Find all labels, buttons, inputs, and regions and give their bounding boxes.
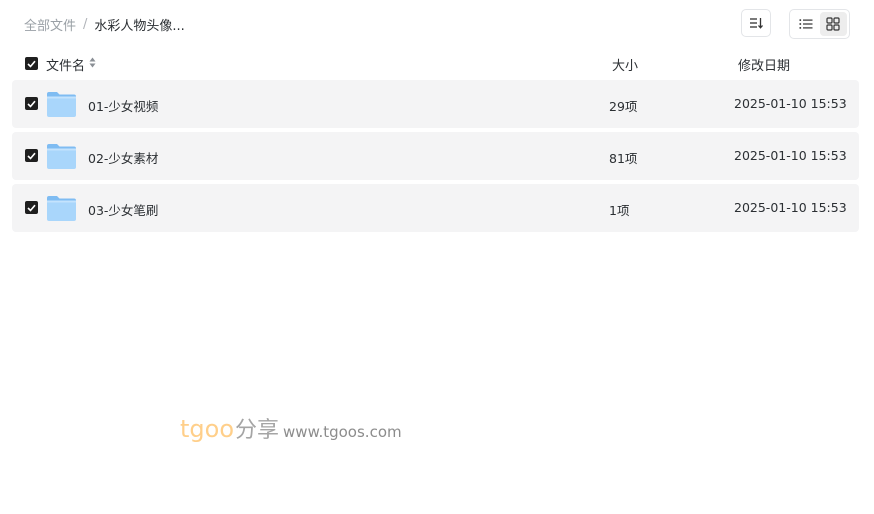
folder-icon bbox=[47, 144, 76, 169]
table-row[interactable]: 01-少女视频 29项 2025-01-10 15:53 bbox=[12, 80, 859, 128]
file-modified-date: 2025-01-10 15:53 bbox=[734, 148, 847, 163]
column-header-size: 大小 bbox=[612, 59, 639, 74]
watermark: tgoo 分享 www.tgoos.com bbox=[180, 412, 402, 446]
sort-lines-icon bbox=[750, 18, 763, 29]
sort-button[interactable] bbox=[741, 9, 771, 37]
file-size: 1项 bbox=[609, 203, 630, 218]
row-checkbox[interactable] bbox=[25, 201, 38, 214]
select-all-checkbox[interactable] bbox=[25, 57, 38, 70]
file-browser: 全部文件 / 水彩人物头像... 文件名 大小 修改日期 01-少女视频 29项… bbox=[0, 0, 874, 514]
table-header: 文件名 大小 修改日期 bbox=[0, 54, 874, 74]
file-size: 81项 bbox=[609, 151, 638, 166]
table-row[interactable]: 02-少女素材 81项 2025-01-10 15:53 bbox=[12, 132, 859, 180]
list-view-button[interactable] bbox=[792, 12, 820, 36]
breadcrumb: 全部文件 / 水彩人物头像... bbox=[24, 14, 185, 34]
check-icon bbox=[27, 152, 36, 160]
grid-icon bbox=[826, 17, 840, 31]
folder-icon bbox=[47, 92, 76, 117]
check-icon bbox=[27, 60, 36, 68]
table-row[interactable]: 03-少女笔刷 1项 2025-01-10 15:53 bbox=[12, 184, 859, 232]
file-size: 29项 bbox=[609, 99, 638, 114]
list-icon bbox=[799, 19, 813, 29]
view-switch bbox=[789, 9, 850, 39]
breadcrumb-root-link[interactable]: 全部文件 bbox=[24, 15, 76, 34]
column-header-name[interactable]: 文件名 bbox=[46, 55, 85, 74]
watermark-url: www.tgoos.com bbox=[283, 423, 402, 441]
file-name[interactable]: 02-少女素材 bbox=[88, 148, 158, 167]
check-icon bbox=[27, 100, 36, 108]
folder-icon bbox=[47, 196, 76, 221]
file-modified-date: 2025-01-10 15:53 bbox=[734, 200, 847, 215]
breadcrumb-current-folder: 水彩人物头像... bbox=[94, 18, 185, 34]
row-checkbox[interactable] bbox=[25, 97, 38, 110]
watermark-brand: tgoo bbox=[180, 415, 235, 443]
watermark-share: 分享 bbox=[235, 418, 280, 443]
file-name[interactable]: 01-少女视频 bbox=[88, 96, 158, 115]
column-header-modified: 修改日期 bbox=[738, 59, 791, 74]
breadcrumb-separator: / bbox=[83, 16, 88, 32]
grid-view-button[interactable] bbox=[819, 12, 847, 36]
check-icon bbox=[27, 204, 36, 212]
row-checkbox[interactable] bbox=[25, 149, 38, 162]
file-name[interactable]: 03-少女笔刷 bbox=[88, 200, 158, 219]
file-modified-date: 2025-01-10 15:53 bbox=[734, 96, 847, 111]
sort-toggle-icon[interactable] bbox=[89, 57, 96, 68]
